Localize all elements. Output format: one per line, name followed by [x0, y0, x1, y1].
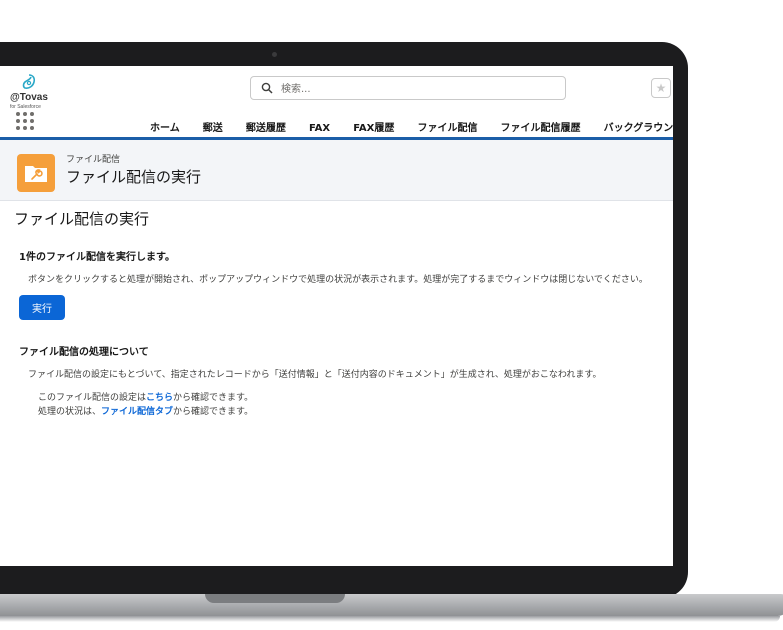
star-icon: ★	[655, 81, 667, 95]
logo-subtext: for Salesforce	[10, 104, 41, 110]
content-title: ファイル配信の実行	[14, 210, 150, 228]
settings-link-line: このファイル配信の設定はこちらから確認できます。	[38, 390, 253, 403]
nav-item-background[interactable]: バックグラウンド処	[604, 119, 673, 134]
logo-text: @Tovas	[10, 92, 48, 103]
nav-item-home[interactable]: ホーム	[150, 119, 180, 134]
settings-link[interactable]: こちら	[146, 393, 173, 403]
status-link-line: 処理の状況は、ファイル配信タブから確認できます。	[38, 404, 253, 417]
page-title: ファイル配信の実行	[66, 168, 202, 186]
page-header: ファイル配信 ファイル配信の実行	[0, 140, 673, 201]
nav-bar: ホーム 郵送 郵送履歴 FAX FAX履歴 ファイル配信 ファイル配信履歴 バッ…	[150, 116, 673, 134]
page-eyebrow: ファイル配信	[66, 155, 121, 165]
page-icon	[17, 154, 55, 192]
camera	[272, 52, 277, 57]
status-line-suffix: から確認できます。	[173, 407, 254, 417]
nav-item-mail[interactable]: 郵送	[203, 119, 223, 134]
section2-description: ファイル配信の設定にもとづいて、指定されたレコードから「送付情報」と「送付内容の…	[28, 370, 602, 380]
laptop-notch	[205, 594, 345, 603]
settings-line-suffix: から確認できます。	[173, 393, 254, 403]
nav-item-fax-history[interactable]: FAX履歴	[353, 119, 394, 134]
section1-description: ボタンをクリックすると処理が開始され、ポップアップウィンドウで処理の状況が表示さ…	[28, 275, 648, 285]
logo-icon	[22, 74, 36, 89]
section2-title: ファイル配信の処理について	[19, 347, 149, 358]
nav-item-file-delivery[interactable]: ファイル配信	[417, 119, 477, 134]
favorites-button[interactable]: ★	[651, 78, 671, 98]
run-button[interactable]: 実行	[19, 295, 65, 320]
laptop-shadow	[0, 616, 780, 622]
section1-title: 1件のファイル配信を実行します。	[19, 252, 175, 263]
search-input[interactable]	[279, 78, 563, 100]
app-launcher-button[interactable]	[16, 112, 34, 130]
global-search[interactable]	[250, 76, 566, 100]
status-line-prefix: 処理の状況は、	[38, 407, 102, 417]
nav-item-file-delivery-history[interactable]: ファイル配信履歴	[501, 119, 581, 134]
app-logo[interactable]: @Tovas for Salesforce	[8, 72, 68, 112]
settings-line-prefix: このファイル配信の設定は	[38, 393, 147, 403]
folder-wrench-icon	[25, 166, 47, 182]
global-header: @Tovas for Salesforce ★ ホーム 郵送 郵送履歴 FAX …	[0, 66, 673, 138]
search-icon	[261, 82, 273, 94]
file-delivery-tab-link[interactable]: ファイル配信タブ	[101, 407, 173, 417]
laptop-base	[0, 594, 783, 616]
nav-item-fax[interactable]: FAX	[309, 123, 330, 134]
screen: @Tovas for Salesforce ★ ホーム 郵送 郵送履歴 FAX …	[0, 66, 673, 566]
nav-item-mail-history[interactable]: 郵送履歴	[246, 119, 286, 134]
